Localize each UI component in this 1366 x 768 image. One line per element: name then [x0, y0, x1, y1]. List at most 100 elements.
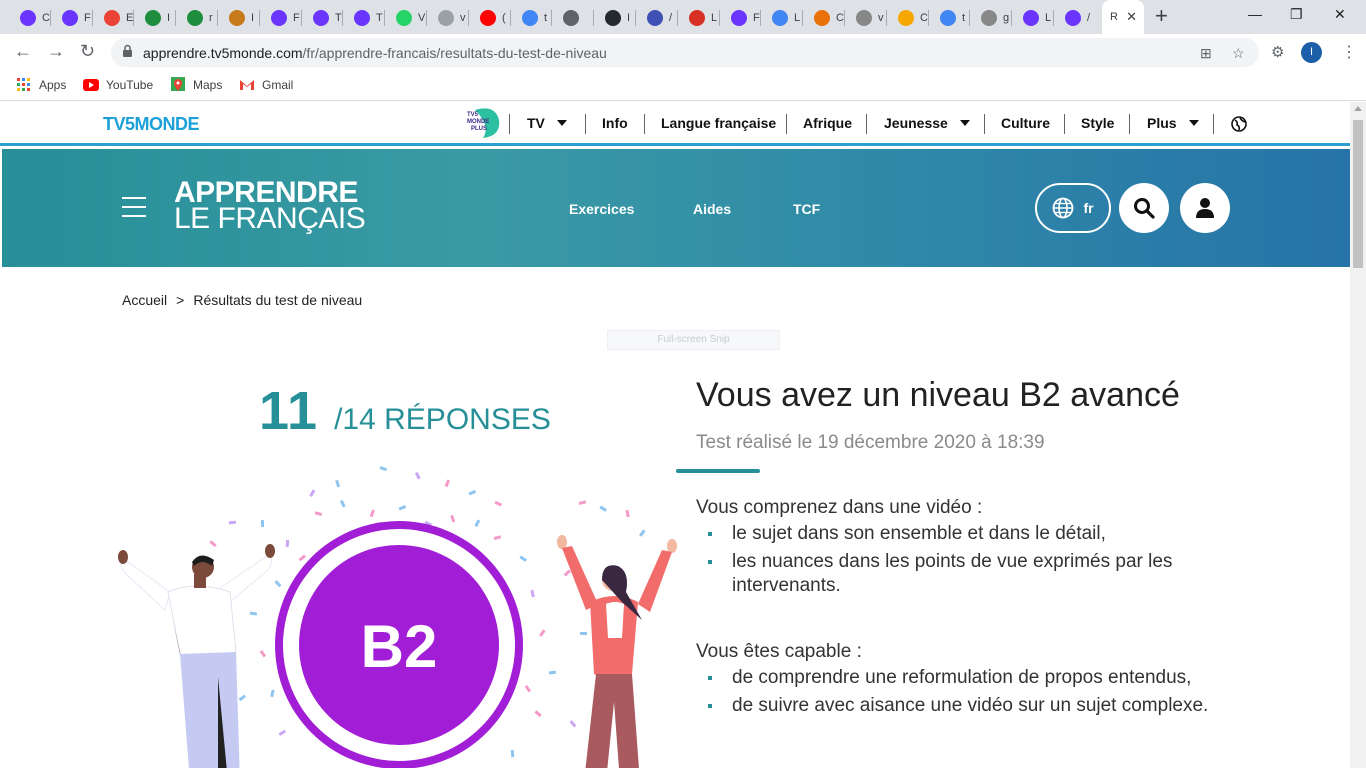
tab-tv5[interactable]: T [343, 5, 385, 30]
tab-gmail[interactable]: E [93, 5, 135, 30]
tab-ring[interactable]: C [803, 5, 845, 30]
tab-tv[interactable]: L [678, 5, 720, 30]
bookmark-gmail[interactable]: Gmail [239, 77, 293, 93]
lock-icon [123, 44, 132, 57]
new-tab-button[interactable]: + [1155, 5, 1168, 27]
tab-title: v [878, 11, 884, 24]
tab-tv5[interactable]: C [9, 5, 51, 30]
bookmark-apps[interactable]: Apps [16, 77, 66, 93]
tab-separator [719, 10, 720, 26]
confetti-piece [238, 694, 246, 702]
close-window-icon[interactable]: ✕ [1334, 6, 1346, 23]
bookmark-maps[interactable]: Maps [170, 77, 222, 93]
site-topbar: TV5MONDE TV5 MONDE PLUS TV Info Langue f… [0, 102, 1350, 146]
minimize-icon[interactable]: — [1248, 6, 1262, 22]
bookmark-label: Apps [39, 78, 67, 92]
tab-drive[interactable]: g [970, 5, 1012, 30]
bookmark-youtube[interactable]: YouTube [83, 77, 153, 93]
tab-clock[interactable]: v [427, 5, 469, 30]
user-icon [1196, 198, 1214, 218]
scrollbar-thumb[interactable] [1353, 120, 1363, 268]
back-icon[interactable]: ← [14, 41, 32, 62]
tab-doc[interactable]: I [218, 5, 260, 30]
nav-style[interactable]: Style [1081, 115, 1114, 131]
tv5-icon [62, 9, 78, 26]
tab-face[interactable]: C [887, 5, 929, 30]
profile-avatar[interactable]: I [1301, 42, 1322, 63]
nav-culture[interactable]: Culture [1001, 115, 1050, 131]
hero-nav-aides[interactable]: Aides [693, 201, 731, 217]
tab-separator [92, 10, 93, 26]
globe-icon[interactable] [1231, 116, 1247, 132]
nav-tv[interactable]: TV [527, 115, 567, 131]
nav-plus[interactable]: Plus [1147, 115, 1199, 131]
tab-cross[interactable]: r [176, 5, 218, 30]
extensions-icon[interactable]: ⚙ [1271, 43, 1284, 61]
score-correct: 11 [259, 381, 319, 441]
tab-link[interactable] [552, 5, 594, 30]
confetti-piece [579, 631, 588, 636]
tv5-icon [731, 9, 747, 26]
tab-drive[interactable]: v [845, 5, 887, 30]
search-button[interactable] [1119, 183, 1169, 233]
restore-icon[interactable]: ❐ [1290, 6, 1303, 23]
scroll-up-icon[interactable] [1354, 106, 1362, 111]
reload-icon[interactable]: ↻ [80, 41, 95, 62]
menu-icon[interactable]: ⋮ [1341, 42, 1357, 62]
tv5monde-logo[interactable]: TV5MONDE [103, 114, 200, 135]
confetti-piece [335, 479, 341, 488]
tab-github[interactable]: I [594, 5, 636, 30]
list-item: de comprendre une reformulation de propo… [696, 666, 1208, 690]
menu-hamburger-icon[interactable] [122, 197, 146, 217]
tab-cross[interactable]: I [134, 5, 176, 30]
confetti-piece [493, 535, 502, 541]
close-icon[interactable]: ✕ [1126, 9, 1137, 25]
hero-banner: APPRENDRE LE FRANÇAIS Exercices Aides TC… [2, 149, 1350, 267]
nav-jeunesse[interactable]: Jeunesse [884, 115, 970, 131]
chevron-down-icon [1188, 120, 1199, 126]
nav-info[interactable]: Info [602, 115, 628, 131]
tab-google[interactable]: t [929, 5, 971, 30]
address-bar[interactable]: apprendre.tv5monde.com/fr/apprendre-fran… [111, 38, 1259, 67]
language-button[interactable]: fr [1035, 183, 1111, 233]
cross-icon [145, 9, 161, 26]
page-scrollbar[interactable] [1350, 102, 1366, 768]
badge-level: B2 [361, 613, 438, 680]
brand-line2: LE FRANÇAIS [174, 202, 366, 235]
nav-afrique[interactable]: Afrique [803, 115, 852, 131]
confetti-piece [539, 629, 546, 637]
nav-label: Plus [1147, 115, 1177, 131]
tab-tv5[interactable]: T [302, 5, 344, 30]
nav-divider [1213, 114, 1214, 134]
star-icon[interactable]: ☆ [1232, 45, 1245, 62]
breadcrumb-home[interactable]: Accueil [122, 292, 167, 308]
hero-nav-exercices[interactable]: Exercices [569, 201, 634, 217]
tab-tv5[interactable]: F [720, 5, 762, 30]
tab-google[interactable]: L [761, 5, 803, 30]
tab-tv5[interactable]: / [1054, 5, 1096, 30]
tab-youtube[interactable]: ( [469, 5, 511, 30]
tab-active[interactable]: R ✕ [1102, 0, 1144, 34]
nav-label: Info [602, 115, 628, 131]
tab-separator [217, 10, 218, 26]
confetti-piece [494, 500, 503, 507]
bookmark-label: Maps [193, 78, 223, 92]
link-icon [563, 9, 579, 26]
tab-title: r [209, 11, 213, 24]
hero-nav-tcf[interactable]: TCF [793, 201, 820, 217]
confetti-piece [339, 499, 346, 508]
tab-tv5[interactable]: F [260, 5, 302, 30]
forward-icon[interactable]: → [47, 41, 65, 62]
tab-google[interactable]: t [511, 5, 553, 30]
tab-figure[interactable]: / [636, 5, 678, 30]
tab-tv5[interactable]: L [1012, 5, 1054, 30]
tab-tv5[interactable]: F [51, 5, 93, 30]
apprendre-logo[interactable]: APPRENDRE LE FRANÇAIS [174, 178, 366, 235]
account-button[interactable] [1180, 183, 1230, 233]
nav-langue[interactable]: Langue française [661, 115, 776, 131]
tv5monde-plus-logo[interactable]: TV5 MONDE PLUS [465, 106, 501, 140]
confetti-piece [414, 471, 421, 480]
translate-icon[interactable]: ⊞ [1200, 45, 1212, 62]
tab-whatsapp[interactable]: V [385, 5, 427, 30]
ring-icon [814, 9, 830, 26]
